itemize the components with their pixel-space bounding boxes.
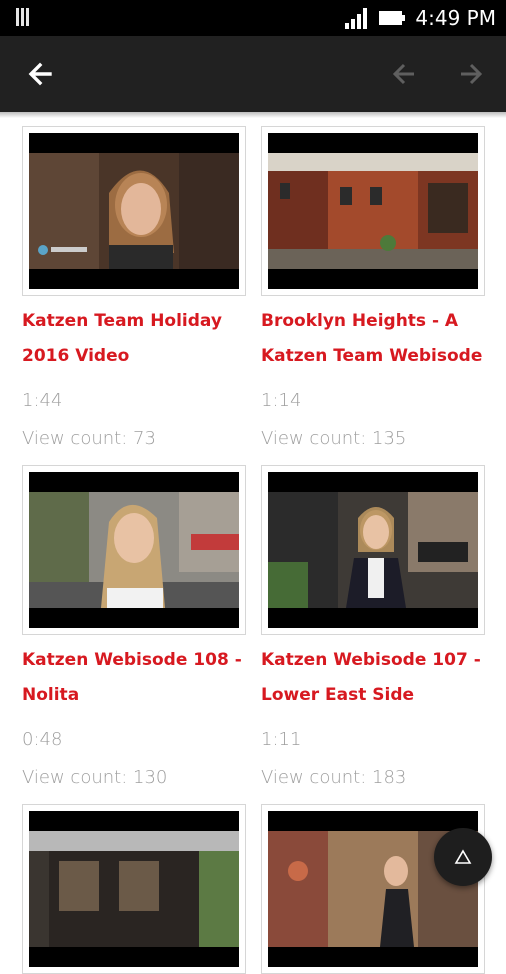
video-thumbnail-frame[interactable] — [22, 804, 246, 974]
thumbnail-image — [29, 831, 239, 947]
video-card[interactable]: Katzen Webisode 108 - Nolita 0:48 View c… — [22, 465, 246, 788]
arrow-right-icon — [461, 63, 483, 85]
video-thumbnail[interactable] — [268, 472, 478, 628]
battery-icon — [379, 11, 406, 25]
clock: 4:49 PM — [415, 6, 496, 30]
video-duration: 1:11 — [261, 729, 302, 750]
arrow-back-icon — [28, 62, 52, 86]
video-title[interactable]: Brooklyn Heights - A Katzen Team Webisod… — [261, 304, 491, 374]
video-duration: 0:48 — [22, 729, 63, 750]
thumbnail-image — [268, 492, 478, 608]
view-count: View count: 135 — [261, 428, 407, 449]
video-grid: Katzen Team Holiday 2016 Video 1:44 View… — [0, 112, 506, 974]
video-duration: 1:44 — [22, 390, 63, 411]
signal-icon — [345, 8, 368, 29]
video-title[interactable]: Katzen Webisode 108 - Nolita — [22, 643, 252, 713]
view-count: View count: 73 — [22, 428, 156, 449]
arrow-left-icon — [392, 63, 414, 85]
notification-icon — [16, 8, 34, 28]
toolbar — [0, 36, 506, 112]
view-count: View count: 130 — [22, 767, 168, 788]
back-button[interactable] — [20, 54, 60, 94]
scroll-to-top-button[interactable] — [434, 828, 492, 886]
video-card[interactable] — [22, 804, 246, 974]
video-thumbnail-frame[interactable] — [261, 126, 485, 296]
video-thumbnail[interactable] — [268, 133, 478, 289]
scroll-to-top-icon — [454, 849, 472, 864]
video-card[interactable]: Brooklyn Heights - A Katzen Team Webisod… — [261, 126, 485, 449]
video-title[interactable]: Katzen Webisode 107 - Lower East Side — [261, 643, 491, 713]
thumbnail-image — [29, 492, 239, 608]
next-button[interactable] — [451, 54, 491, 94]
video-card[interactable]: Katzen Webisode 107 - Lower East Side 1:… — [261, 465, 485, 788]
video-title[interactable]: Katzen Team Holiday 2016 Video — [22, 304, 252, 374]
video-thumbnail-frame[interactable] — [22, 126, 246, 296]
view-count: View count: 183 — [261, 767, 407, 788]
thumbnail-image — [268, 153, 478, 269]
video-thumbnail[interactable] — [29, 133, 239, 289]
previous-button[interactable] — [384, 54, 424, 94]
video-card[interactable]: Katzen Team Holiday 2016 Video 1:44 View… — [22, 126, 246, 449]
video-thumbnail[interactable] — [29, 472, 239, 628]
status-bar: 4:49 PM — [0, 0, 506, 36]
thumbnail-image — [29, 153, 239, 269]
video-duration: 1:14 — [261, 390, 302, 411]
video-thumbnail[interactable] — [29, 811, 239, 967]
video-thumbnail-frame[interactable] — [261, 465, 485, 635]
video-thumbnail-frame[interactable] — [22, 465, 246, 635]
